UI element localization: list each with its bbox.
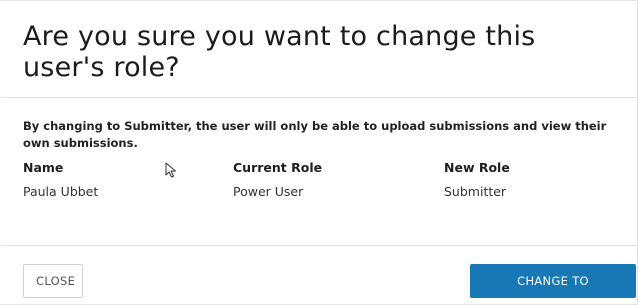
dialog-footer: CLOSE CHANGE TO SUBMITTER xyxy=(1,245,637,305)
current-role-value: Power User xyxy=(233,184,304,199)
dialog-title: Are you sure you want to change this use… xyxy=(23,21,536,83)
change-role-dialog: Are you sure you want to change this use… xyxy=(0,0,638,305)
mouse-pointer-icon xyxy=(165,162,176,178)
role-change-message: By changing to Submitter, the user will … xyxy=(23,119,607,150)
user-name-value: Paula Ubbet xyxy=(23,184,99,199)
new-role-value: Submitter xyxy=(444,184,507,199)
close-button[interactable]: CLOSE xyxy=(23,264,83,298)
name-header: Name xyxy=(23,160,64,175)
name-column: Name Paula Ubbet xyxy=(23,160,213,200)
current-role-column: Current Role Power User xyxy=(233,160,423,200)
current-role-header: Current Role xyxy=(233,160,323,175)
new-role-header: New Role xyxy=(444,160,510,175)
new-role-column: New Role Submitter xyxy=(444,160,634,200)
dialog-header: Are you sure you want to change this use… xyxy=(1,1,637,98)
change-to-submitter-button[interactable]: CHANGE TO SUBMITTER xyxy=(470,264,636,298)
dialog-body: By changing to Submitter, the user will … xyxy=(1,98,637,244)
